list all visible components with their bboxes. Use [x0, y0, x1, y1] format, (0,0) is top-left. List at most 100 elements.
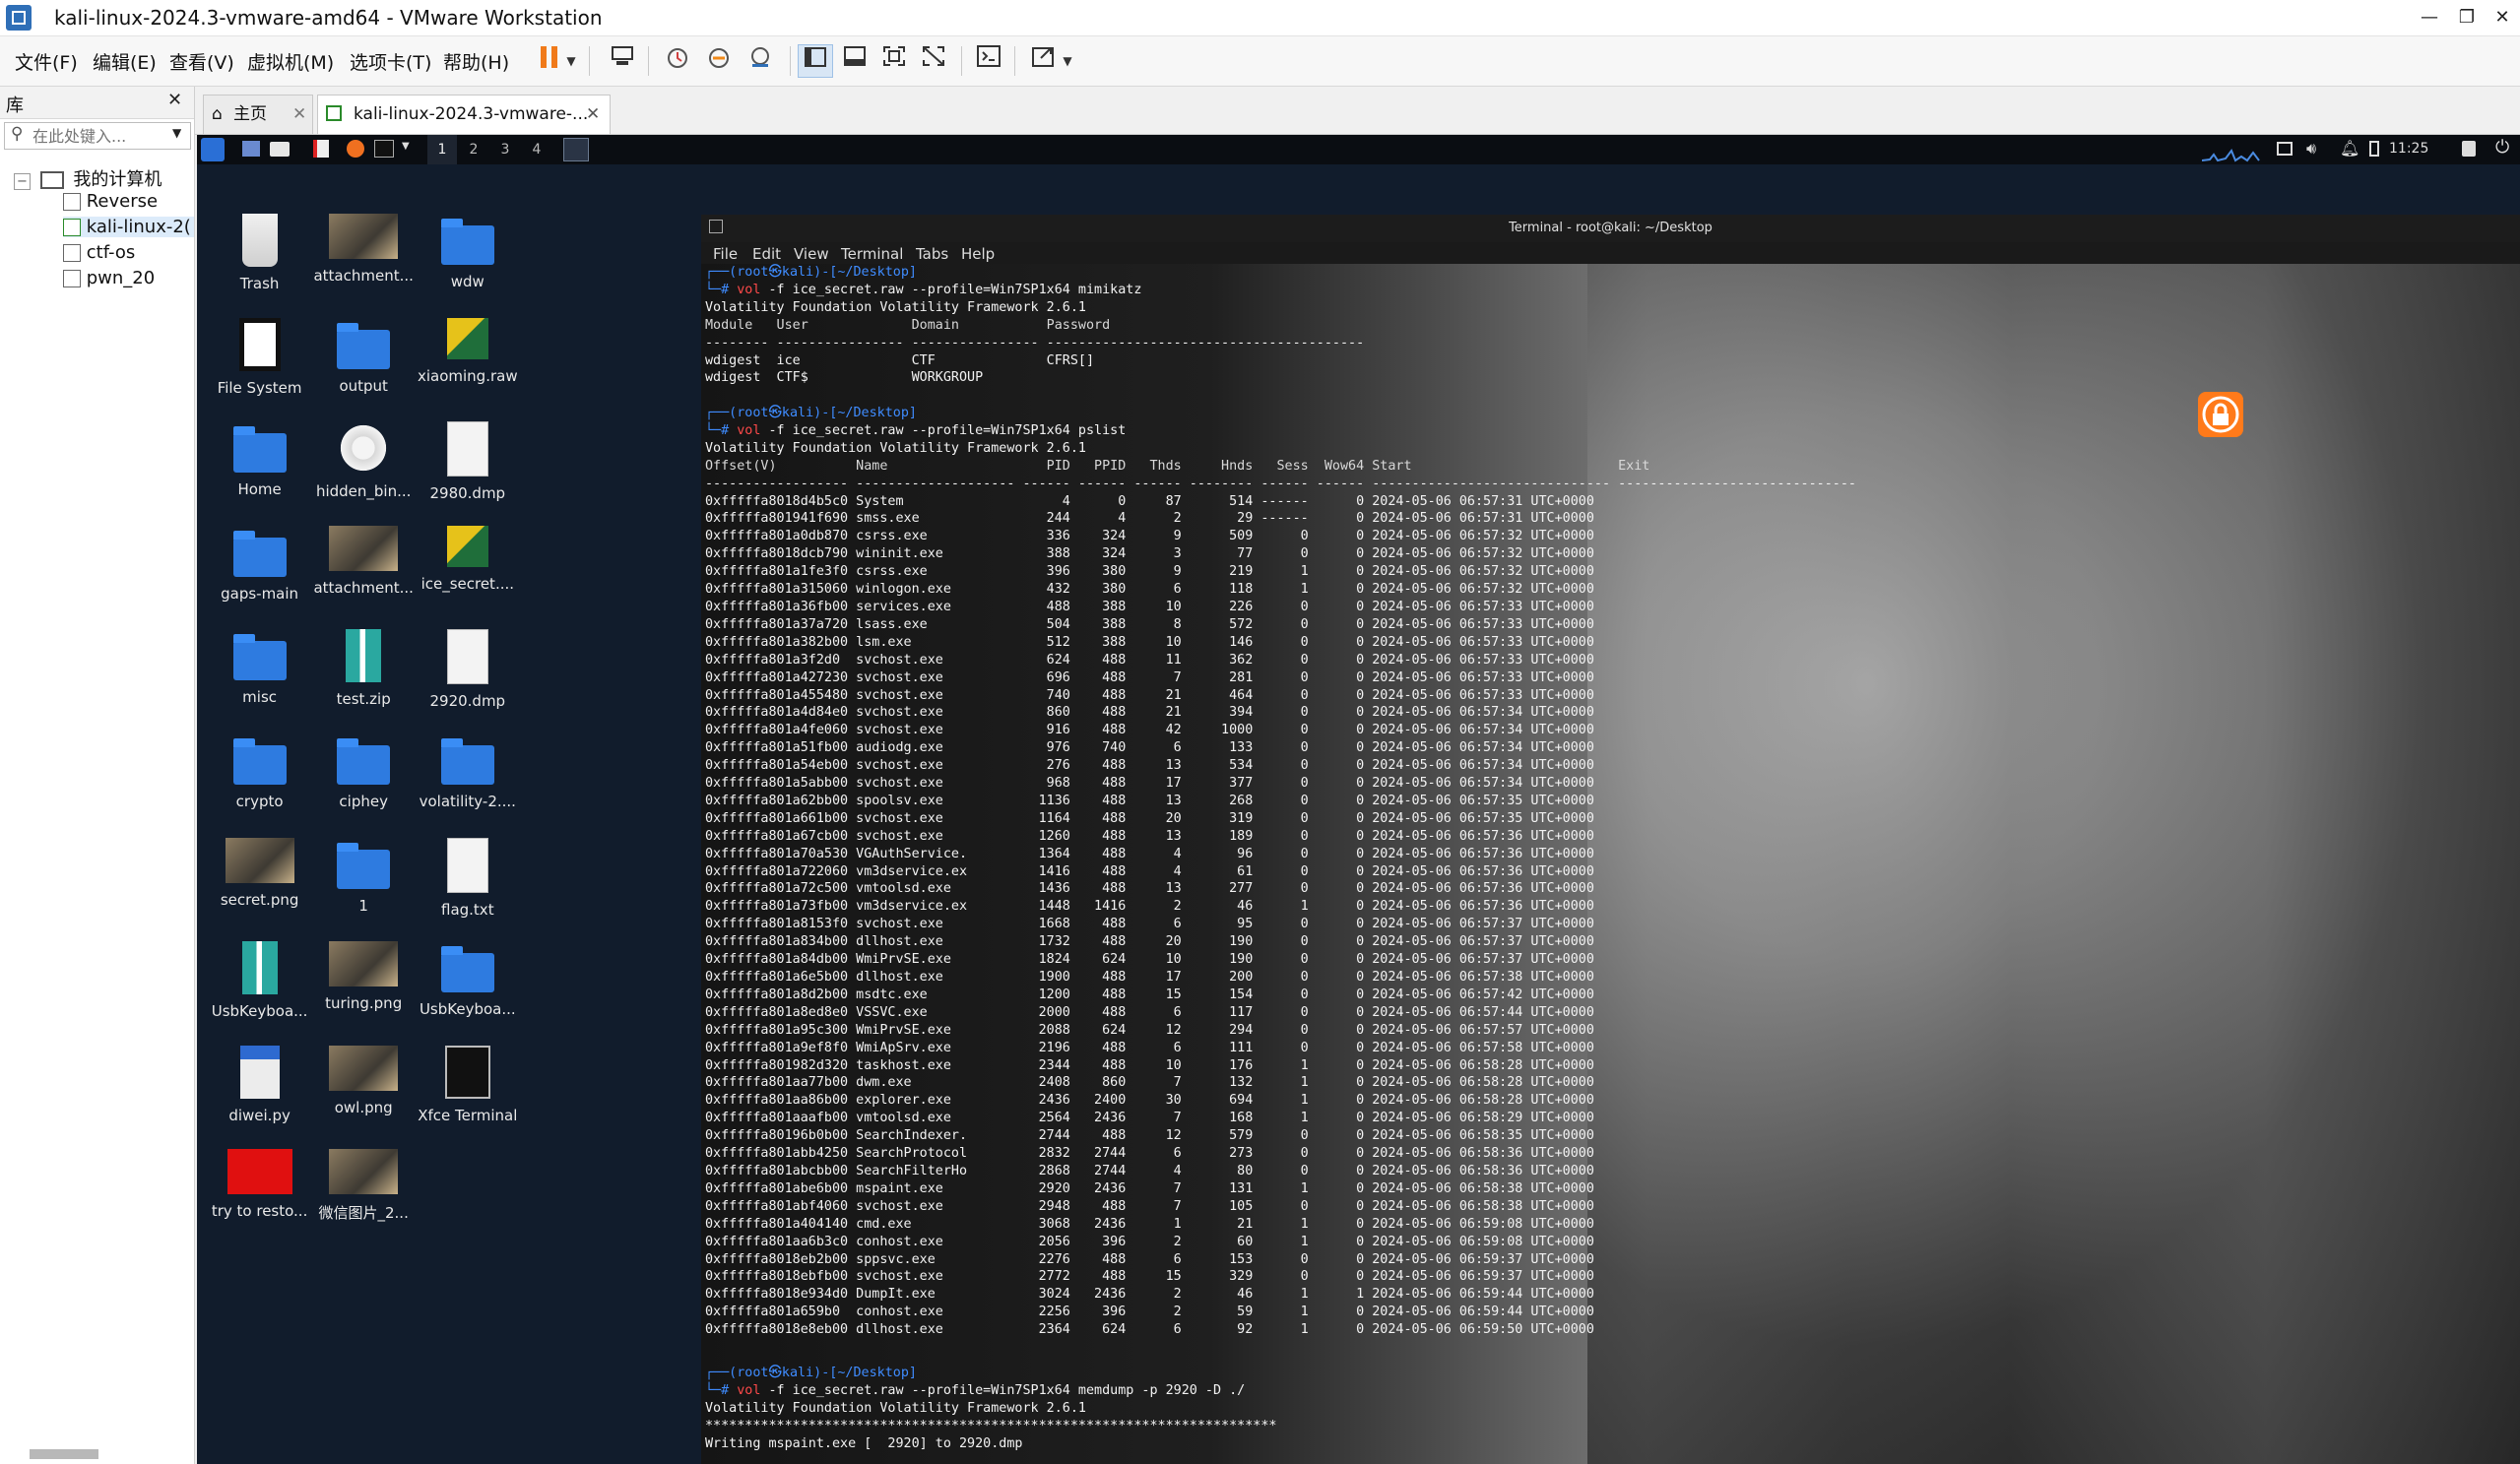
desktop-icon[interactable]: misc	[207, 629, 313, 706]
desktop-icon[interactable]: wdw	[415, 214, 521, 290]
launcher-dropdown-icon[interactable]: ▼	[402, 141, 410, 152]
close-window-button[interactable]: ✕	[2484, 0, 2520, 35]
stretch-guest-icon[interactable]	[1026, 44, 1062, 78]
battery-icon[interactable]	[2369, 141, 2379, 157]
kali-menu-icon[interactable]	[201, 138, 225, 161]
power-icon[interactable]: ⏻	[2495, 137, 2509, 158]
lock-screen-icon[interactable]	[2462, 141, 2476, 157]
desktop-icon[interactable]: 微信图片_2...	[310, 1149, 417, 1223]
panel-clock[interactable]: 11:25	[2389, 141, 2428, 157]
desktop-icon[interactable]: Xfce Terminal	[415, 1045, 521, 1124]
lock-overlay-icon[interactable]	[2198, 392, 2243, 437]
notifications-icon[interactable]: 🔔︎	[2340, 139, 2359, 158]
library-search-input[interactable]	[31, 125, 166, 147]
minimize-button[interactable]: —	[2411, 0, 2448, 35]
console-view-icon[interactable]	[971, 44, 1006, 78]
pslist-row: 0xfffffa8018e8eb00 dllhost.exe 2364 624 …	[705, 1322, 1594, 1338]
desktop-icon[interactable]: diwei.py	[207, 1045, 313, 1124]
terminal-launcher-icon[interactable]	[374, 140, 394, 158]
tree-item-vm-selected[interactable]: kali-linux-2(	[63, 217, 194, 237]
file-manager-icon[interactable]	[270, 142, 290, 157]
desktop-icon[interactable]: output	[310, 318, 417, 395]
desktop-icon[interactable]: crypto	[207, 733, 313, 810]
menu-view[interactable]: 查看(V)	[169, 48, 234, 75]
pslist-row: 0xfffffa801abb4250 SearchProtocol 2832 2…	[705, 1146, 1594, 1162]
terminal-menu-edit[interactable]: Edit	[752, 245, 781, 263]
menu-file[interactable]: 文件(F)	[15, 48, 78, 75]
tab-home[interactable]: ⌂ 主页 ✕	[203, 95, 313, 134]
revert-snapshot-icon[interactable]	[701, 44, 737, 78]
library-close-icon[interactable]: ✕	[167, 90, 182, 110]
desktop-icon[interactable]: ciphey	[310, 733, 417, 810]
show-desktop-icon[interactable]	[242, 141, 260, 157]
workspace-1[interactable]: 1	[427, 135, 457, 166]
desktop-icon[interactable]: flag.txt	[415, 837, 521, 919]
tab-kali-vm[interactable]: kali-linux-2024.3-vmware-... ✕	[317, 95, 611, 134]
collapse-icon[interactable]: −	[14, 173, 31, 190]
desktop-icon-label: hidden_bin...	[315, 482, 412, 501]
desktop-icon[interactable]: 2920.dmp	[415, 629, 521, 710]
library-scrollbar-thumb[interactable]	[30, 1449, 98, 1459]
tree-item-vm[interactable]: pwn_20	[63, 268, 155, 288]
snapshot-manager-icon[interactable]	[743, 44, 778, 78]
workspace-2[interactable]: 2	[459, 135, 488, 164]
thumbnail-bar-icon[interactable]	[837, 44, 872, 78]
snapshot-icon[interactable]	[660, 44, 695, 78]
desktop-icon[interactable]: try to resto...	[207, 1149, 313, 1220]
stretch-dropdown-icon[interactable]: ▼	[1058, 44, 1077, 78]
search-dropdown-icon[interactable]: ▼	[172, 126, 181, 140]
menu-tabs[interactable]: 选项卡(T)	[350, 48, 431, 75]
menu-vm[interactable]: 虚拟机(M)	[247, 48, 334, 75]
terminal-menu-help[interactable]: Help	[961, 245, 995, 263]
menu-edit[interactable]: 编辑(E)	[93, 48, 157, 75]
desktop-icon[interactable]: Trash	[207, 214, 313, 292]
desktop-icon[interactable]: ice_secret....	[415, 525, 521, 593]
display-icon[interactable]	[2277, 142, 2293, 156]
desktop-icon[interactable]: UsbKeyboa...	[415, 941, 521, 1018]
terminal-menu-tabs[interactable]: Tabs	[916, 245, 948, 263]
volume-icon[interactable]: 🔊︎	[2306, 139, 2316, 159]
task-terminal-icon[interactable]	[563, 138, 589, 161]
show-library-icon[interactable]	[798, 44, 833, 78]
desktop-icon[interactable]: UsbKeyboa...	[207, 941, 313, 1020]
tab-close-icon[interactable]: ✕	[292, 95, 306, 133]
workspace-3[interactable]: 3	[490, 135, 520, 164]
unity-icon[interactable]	[916, 44, 951, 78]
full-screen-icon[interactable]	[876, 44, 912, 78]
desktop-icon[interactable]: secret.png	[207, 837, 313, 909]
folder-icon	[440, 219, 494, 265]
desktop-icon[interactable]: 2980.dmp	[415, 421, 521, 502]
desktop-icon[interactable]: owl.png	[310, 1045, 417, 1116]
desktop-icon[interactable]: xiaoming.raw	[415, 317, 521, 385]
tree-item-label: Reverse	[86, 191, 159, 212]
desktop-icon[interactable]: Home	[207, 421, 313, 498]
desktop-icon-label: ciphey	[339, 793, 388, 810]
terminal-menu-file[interactable]: File	[713, 245, 738, 263]
desktop-icon[interactable]: hidden_bin...	[310, 421, 417, 500]
terminal-menu-terminal[interactable]: Terminal	[841, 245, 903, 263]
pause-dropdown-icon[interactable]: ▼	[561, 44, 581, 78]
terminal-window[interactable]: Terminal - root@kali: ~/Desktop File Edi…	[701, 215, 2520, 1464]
desktop-icon[interactable]: test.zip	[310, 629, 417, 708]
terminal-menu-view[interactable]: View	[794, 245, 829, 263]
tree-item-vm[interactable]: ctf-os	[63, 242, 135, 263]
terminal-body[interactable]: ┌──(root㉿kali)-[~/Desktop] └─# vol -f ic…	[701, 264, 2520, 1464]
desktop-icon[interactable]: File System	[207, 317, 313, 397]
firefox-icon[interactable]	[347, 140, 364, 158]
library-search[interactable]: ⚲ ▼	[4, 122, 191, 150]
tab-close-icon[interactable]: ✕	[586, 95, 600, 133]
desktop-icon[interactable]: gaps-main	[207, 526, 313, 603]
tree-root[interactable]: − 我的计算机	[14, 165, 162, 191]
terminal-title-bar[interactable]: Terminal - root@kali: ~/Desktop	[701, 215, 2520, 242]
text-editor-icon[interactable]	[313, 140, 329, 158]
menu-help[interactable]: 帮助(H)	[443, 48, 509, 75]
tree-item-vm[interactable]: Reverse	[63, 191, 158, 212]
desktop-icon[interactable]: attachment...	[310, 525, 417, 597]
send-ctrl-alt-del-icon[interactable]	[605, 44, 640, 78]
desktop-icon[interactable]: turing.png	[310, 941, 417, 1012]
desktop-icon[interactable]: volatility-2....	[415, 733, 521, 810]
restore-button[interactable]: ❐	[2448, 0, 2486, 35]
desktop-icon[interactable]: 1	[310, 838, 417, 915]
desktop-icon[interactable]: attachment...	[310, 214, 417, 285]
workspace-4[interactable]: 4	[522, 135, 551, 164]
